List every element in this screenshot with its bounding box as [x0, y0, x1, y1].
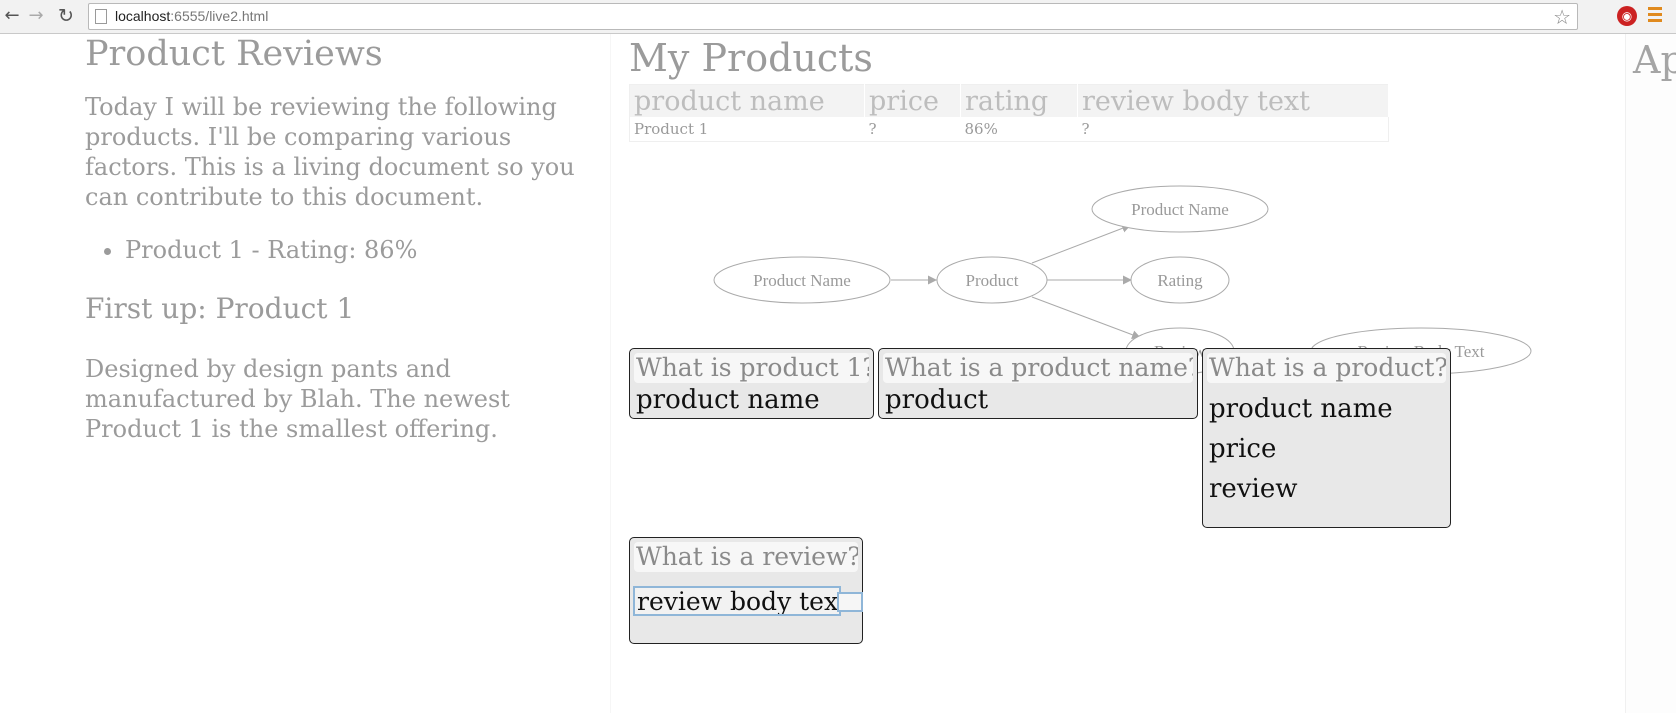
table-cell: ?: [1081, 120, 1090, 138]
question-card[interactable]: What is a review?: [629, 537, 863, 644]
node-label: Rating: [1157, 271, 1203, 290]
description-paragraph: Designed by design pants and manufacture…: [85, 355, 510, 443]
card-question: What is a review?: [634, 542, 858, 572]
column-header: rating: [960, 84, 1078, 117]
column-header: review body text: [1077, 84, 1389, 117]
graph-edge: [1031, 296, 1142, 340]
list-item: Product 1 - Rating: 86%: [125, 236, 417, 264]
card-question: What is a product name?: [883, 353, 1193, 383]
input-resize-handle[interactable]: [837, 592, 863, 612]
intro-paragraph: Today I will be reviewing the following …: [85, 93, 575, 211]
question-card[interactable]: What is product 1? product name: [629, 348, 874, 419]
url-text[interactable]: localhost:6555/live2.html: [115, 4, 268, 29]
graph-edge: [1031, 224, 1132, 264]
list-item[interactable]: price: [1209, 429, 1444, 469]
list-item[interactable]: review: [1209, 469, 1444, 509]
url-rest: :6555/live2.html: [170, 8, 269, 24]
card-answer[interactable]: product: [885, 383, 1191, 417]
extension-icon[interactable]: ◉: [1617, 6, 1637, 26]
star-icon[interactable]: ☆: [1553, 5, 1571, 29]
products-table: product name price rating review body te…: [629, 84, 1389, 142]
page-icon: [95, 9, 107, 24]
product-list: Product 1 - Rating: 86%: [85, 236, 417, 264]
card-question: What is product 1?: [634, 353, 869, 383]
column-header: price: [864, 84, 961, 117]
node-label: Product: [966, 271, 1019, 290]
left-panel: Product Reviews Today I will be reviewin…: [0, 34, 610, 713]
reload-icon[interactable]: ↻: [56, 5, 76, 27]
question-card[interactable]: What is a product name? product: [878, 348, 1198, 419]
menu-icon[interactable]: [1648, 7, 1662, 23]
panel-title: Ap: [1633, 38, 1676, 82]
arrow-right-icon[interactable]: →: [26, 5, 46, 27]
table-header-row: product name price rating review body te…: [629, 84, 1389, 117]
arrow-left-icon[interactable]: ←: [2, 5, 22, 27]
card-question: What is a product?: [1207, 353, 1446, 383]
right-panel: Ap: [1625, 34, 1676, 713]
question-card[interactable]: What is a product? product name price re…: [1202, 348, 1451, 528]
card-answer[interactable]: product name: [636, 383, 867, 417]
address-bar[interactable]: localhost:6555/live2.html ☆: [88, 3, 1578, 30]
table-cell: ?: [868, 120, 877, 138]
list-item[interactable]: product name: [1209, 389, 1444, 429]
url-host: localhost: [115, 8, 171, 24]
middle-panel: My Products product name price rating re…: [610, 34, 1626, 713]
answer-editor[interactable]: [633, 584, 863, 620]
table-cell: 86%: [964, 120, 998, 138]
browser-toolbar: ← → ↻ localhost:6555/live2.html ☆ ◉: [0, 0, 1676, 34]
node-label: Product Name: [753, 271, 851, 290]
node-label: Product Name: [1131, 200, 1229, 219]
card-answer-list: product name price review: [1209, 389, 1444, 509]
page-title: Product Reviews: [85, 34, 383, 74]
panel-title: My Products: [629, 36, 873, 80]
table-row: Product 1 ? 86% ?: [630, 117, 1389, 142]
section-heading: First up: Product 1: [85, 292, 355, 325]
table-cell: Product 1: [634, 120, 709, 138]
answer-input[interactable]: [633, 586, 841, 616]
column-header: product name: [629, 84, 865, 117]
